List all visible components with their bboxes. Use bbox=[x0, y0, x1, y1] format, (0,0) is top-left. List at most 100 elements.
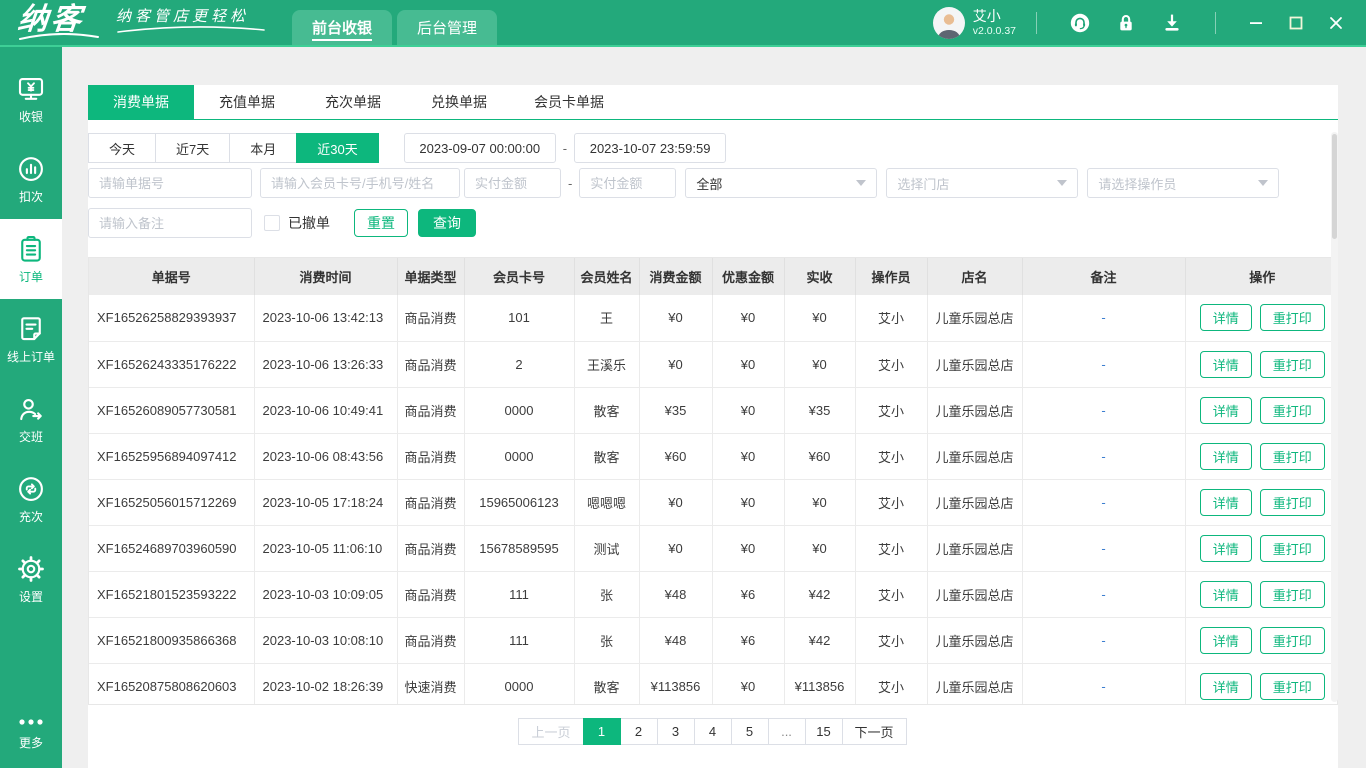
table-row: XF16526258829393937 2023-10-06 13:42:13 商品… bbox=[89, 295, 1337, 342]
detail-button[interactable]: 详情 bbox=[1199, 488, 1252, 516]
quick-range-近7天[interactable]: 近7天 bbox=[155, 133, 231, 163]
sidebar-item-label: 更多 bbox=[18, 735, 43, 750]
date-from-input[interactable] bbox=[403, 133, 556, 163]
tab-会员卡单据[interactable]: 会员卡单据 bbox=[512, 85, 626, 119]
reset-button[interactable]: 重置 bbox=[354, 209, 408, 237]
detail-button[interactable]: 详情 bbox=[1199, 580, 1252, 608]
cell-card-no: 15965006123 bbox=[464, 479, 575, 526]
tab-充次单据[interactable]: 充次单据 bbox=[300, 85, 406, 119]
order-type-select[interactable]: 全部 bbox=[685, 168, 878, 198]
sidebar-item-收银[interactable]: 收银 bbox=[0, 59, 62, 139]
header-tab-后台管理[interactable]: 后台管理 bbox=[397, 10, 497, 45]
store-select[interactable]: 选择门店 bbox=[886, 168, 1079, 198]
app-logo: 纳客 bbox=[16, 3, 100, 41]
cell-actions: 详情 重打印 bbox=[1185, 525, 1337, 572]
page-button-5[interactable]: 5 bbox=[730, 718, 769, 745]
cell-discount: ¥0 bbox=[712, 341, 785, 388]
filter-row-search: - 全部 选择门店 请选择操作员 bbox=[88, 168, 1338, 198]
cell-amount: ¥113856 bbox=[639, 663, 713, 704]
table-header-row: 单据号 消费时间 单据类型 会员卡号 会员姓名 消费金额 优惠金额 实收 操作员 店名 备注 操作 bbox=[89, 258, 1337, 295]
maximize-button[interactable] bbox=[1279, 6, 1313, 40]
reprint-button[interactable]: 重打印 bbox=[1259, 442, 1325, 470]
reprint-button[interactable]: 重打印 bbox=[1259, 534, 1325, 562]
cell-remark: - bbox=[1022, 525, 1186, 572]
amount-max-input[interactable] bbox=[579, 168, 677, 198]
detail-button[interactable]: 详情 bbox=[1199, 672, 1252, 700]
page-button-4[interactable]: 4 bbox=[693, 718, 732, 745]
tab-兑换单据[interactable]: 兑换单据 bbox=[406, 85, 512, 119]
reprint-button[interactable]: 重打印 bbox=[1259, 580, 1325, 608]
amount-min-input[interactable] bbox=[464, 168, 561, 198]
tab-消费单据[interactable]: 消费单据 bbox=[88, 85, 194, 119]
cell-order-no: XF16521800935866368 bbox=[89, 617, 255, 664]
reprint-button[interactable]: 重打印 bbox=[1259, 396, 1325, 424]
sidebar-item-label: 设置 bbox=[18, 589, 43, 604]
cell-store: 儿童乐园总店 bbox=[927, 479, 1023, 526]
detail-button[interactable]: 详情 bbox=[1199, 442, 1252, 470]
tab-充值单据[interactable]: 充值单据 bbox=[194, 85, 300, 119]
page-button-1[interactable]: 1 bbox=[582, 718, 621, 745]
header-tab-前台收银[interactable]: 前台收银 bbox=[292, 10, 392, 45]
cell-store: 儿童乐园总店 bbox=[927, 617, 1023, 664]
detail-button[interactable]: 详情 bbox=[1199, 396, 1252, 424]
scrollbar-thumb[interactable] bbox=[1332, 134, 1337, 239]
reprint-button[interactable]: 重打印 bbox=[1259, 304, 1325, 332]
detail-button[interactable]: 详情 bbox=[1199, 626, 1252, 654]
cell-amount: ¥48 bbox=[639, 617, 713, 664]
date-range-separator: - bbox=[562, 140, 568, 156]
query-button[interactable]: 查询 bbox=[418, 209, 476, 237]
user-menu[interactable]: 艾小 v2.0.0.37 bbox=[932, 6, 1016, 39]
prev-page-button[interactable]: 上一页 bbox=[518, 718, 584, 745]
scrollbar-track[interactable] bbox=[1331, 132, 1338, 702]
order-no-input[interactable] bbox=[88, 168, 252, 198]
quick-range-近30天[interactable]: 近30天 bbox=[296, 133, 379, 163]
sidebar-item-订单[interactable]: 订单 bbox=[0, 219, 62, 299]
reprint-button[interactable]: 重打印 bbox=[1259, 488, 1325, 516]
cell-remark: - bbox=[1022, 617, 1186, 664]
reprint-button[interactable]: 重打印 bbox=[1259, 626, 1325, 654]
cell-order-type: 商品消费 bbox=[397, 479, 465, 526]
reprint-button[interactable]: 重打印 bbox=[1259, 672, 1325, 700]
member-search-input[interactable] bbox=[260, 168, 460, 198]
table-row: XF16521801523593222 2023-10-03 10:09:05 商品… bbox=[89, 571, 1337, 618]
download-icon[interactable] bbox=[1160, 11, 1184, 35]
titlebar-right: 艾小 v2.0.0.37 bbox=[932, 6, 1356, 40]
lock-icon[interactable] bbox=[1114, 11, 1138, 35]
revoked-label: 已撤单 bbox=[288, 215, 330, 231]
sidebar-item-更多[interactable]: 更多 bbox=[0, 704, 62, 760]
quick-range-今天[interactable]: 今天 bbox=[88, 133, 157, 163]
cell-amount: ¥0 bbox=[639, 525, 713, 572]
customer-service-icon[interactable] bbox=[1068, 11, 1092, 35]
page-button-3[interactable]: 3 bbox=[656, 718, 695, 745]
detail-button[interactable]: 详情 bbox=[1199, 304, 1252, 332]
sidebar-item-线上订单[interactable]: 线上订单 bbox=[0, 299, 62, 379]
slogan-swoosh-icon bbox=[117, 26, 265, 33]
reprint-button[interactable]: 重打印 bbox=[1259, 350, 1325, 378]
orders-table: 单据号 消费时间 单据类型 会员卡号 会员姓名 消费金额 优惠金额 实收 操作员 店名 备注 操作 XF… bbox=[89, 258, 1337, 704]
operator-select[interactable]: 请选择操作员 bbox=[1087, 168, 1280, 198]
revoked-checkbox[interactable] bbox=[264, 215, 280, 231]
page-button-2[interactable]: 2 bbox=[619, 718, 658, 745]
remark-input[interactable] bbox=[88, 208, 252, 238]
quick-range-本月[interactable]: 本月 bbox=[229, 133, 298, 163]
date-to-input[interactable] bbox=[574, 133, 727, 163]
close-button[interactable] bbox=[1319, 6, 1353, 40]
minimize-button[interactable] bbox=[1239, 6, 1273, 40]
detail-button[interactable]: 详情 bbox=[1199, 534, 1252, 562]
table-row: XF16526089057730581 2023-10-06 10:49:41 商品… bbox=[89, 387, 1337, 434]
sidebar-item-交班[interactable]: 交班 bbox=[0, 379, 62, 459]
sidebar-item-扣次[interactable]: 扣次 bbox=[0, 139, 62, 219]
sidebar-item-充次[interactable]: 充次 bbox=[0, 459, 62, 539]
cell-paid: ¥0 bbox=[784, 479, 856, 526]
cell-member-name: 散客 bbox=[574, 663, 640, 704]
sidebar-item-设置[interactable]: 设置 bbox=[0, 539, 62, 619]
page-button-15[interactable]: 15 bbox=[804, 718, 843, 745]
table-row: XF16525956894097412 2023-10-06 08:43:56 商品… bbox=[89, 433, 1337, 480]
detail-button[interactable]: 详情 bbox=[1199, 350, 1252, 378]
cell-time: 2023-10-02 18:26:39 bbox=[254, 663, 398, 704]
page-ellipsis[interactable]: ... bbox=[767, 718, 806, 745]
cell-card-no: 0000 bbox=[464, 387, 575, 434]
pagination: 上一页 1 2 3 4 5... 15 下一页 bbox=[88, 718, 1338, 745]
next-page-button[interactable]: 下一页 bbox=[841, 718, 907, 745]
cell-actions: 详情 重打印 bbox=[1185, 387, 1337, 434]
